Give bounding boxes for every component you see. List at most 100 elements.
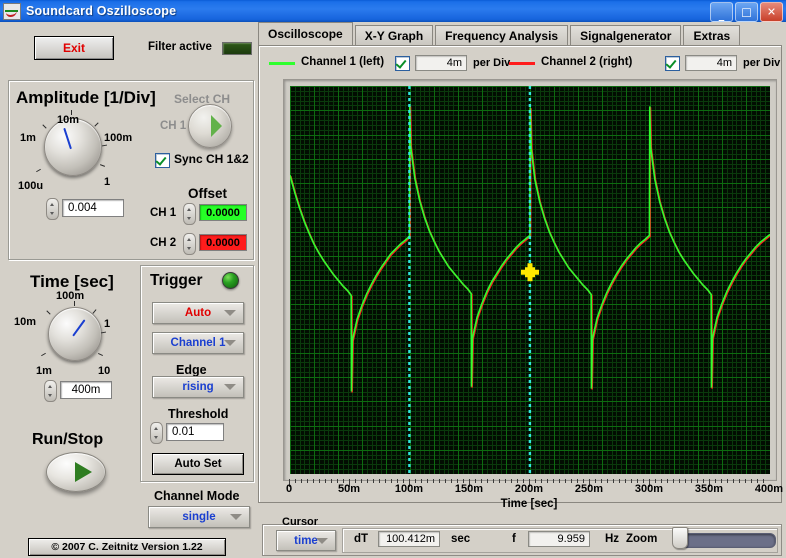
sync-channels-label: Sync CH 1&2 [174, 152, 249, 166]
cursor-mode-select[interactable]: time [276, 530, 336, 551]
frequency-value: 9.959 [528, 531, 590, 547]
channel2-legend-swatch [509, 62, 535, 65]
select-ch-title: Select CH [174, 92, 231, 106]
amplitude-knob[interactable] [44, 118, 102, 176]
maximize-button[interactable]: □ [735, 2, 758, 22]
cursor-marker-core [525, 267, 535, 278]
channel1-legend-swatch [269, 62, 295, 65]
right-pane: Oscilloscope X-Y Graph Frequency Analysi… [258, 22, 783, 524]
channel2-per-div-label: per Div [743, 57, 781, 69]
x-tick-label: 300m [634, 483, 664, 495]
time-knob-pointer [72, 319, 86, 337]
trigger-source-select[interactable]: Channel 1 [152, 332, 244, 354]
channel1-enable-checkbox[interactable] [395, 56, 410, 71]
chevron-down-icon [224, 310, 236, 316]
window-buttons: _ □ ✕ [710, 2, 783, 22]
tab-signalgenerator[interactable]: Signalgenerator [570, 25, 682, 46]
offset-ch1-spinner[interactable] [183, 203, 196, 225]
amplitude-knob-pointer [63, 127, 72, 150]
copyright-label: © 2007 C. Zeitnitz Version 1.22 [28, 538, 226, 556]
maximize-icon: □ [741, 5, 752, 19]
edge-select[interactable]: rising [152, 376, 244, 398]
x-axis-title: Time [sec] [500, 498, 558, 510]
time-knob-label-1m: 1m [36, 365, 52, 377]
zoom-slider-thumb[interactable] [672, 527, 688, 549]
channel1-per-div-input[interactable]: 4m [415, 55, 467, 71]
offset-ch2-label: CH 2 [150, 237, 177, 249]
trigger-led [222, 272, 239, 289]
offset-ch1-label: CH 1 [150, 207, 177, 219]
filter-active-label: Filter active [148, 41, 212, 53]
amplitude-knob-label-1m: 1m [20, 132, 36, 144]
offset-title: Offset [188, 186, 228, 201]
x-tick-label: 150m [454, 483, 484, 495]
channel2-legend-label: Channel 2 (right) [541, 56, 633, 68]
x-axis-ruler [289, 474, 770, 487]
trigger-mode-select[interactable]: Auto [152, 302, 244, 324]
time-title: Time [sec] [30, 272, 114, 291]
run-stop-label: Run/Stop [32, 431, 104, 448]
minimize-button[interactable]: _ [710, 2, 733, 22]
run-stop-button[interactable] [46, 452, 106, 492]
threshold-input[interactable]: 0.01 [166, 423, 224, 441]
trigger-mode-value: Auto [184, 307, 212, 319]
amplitude-knob-label-100m: 100m [104, 132, 133, 144]
chevron-down-icon [224, 384, 236, 390]
x-tick-label: 100m [394, 483, 424, 495]
channel2-per-div-input[interactable]: 4m [685, 55, 737, 71]
time-tick [46, 310, 51, 315]
offset-ch1-input[interactable]: 0.0000 [199, 204, 247, 221]
time-value-input[interactable]: 400m [60, 381, 112, 399]
frequency-label: f [512, 533, 516, 545]
threshold-spinner[interactable] [150, 422, 163, 444]
sync-channels-checkbox[interactable] [155, 153, 170, 168]
x-tick-label: 400m [754, 483, 784, 495]
channel-mode-label: Channel Mode [154, 489, 240, 503]
oscilloscope-icon [3, 2, 21, 20]
edge-value: rising [182, 381, 214, 393]
threshold-label: Threshold [168, 407, 229, 421]
channel-mode-value: single [182, 511, 216, 523]
chevron-down-icon [224, 340, 236, 346]
exit-button[interactable]: Exit [34, 36, 114, 60]
time-tick [98, 352, 103, 357]
x-tick-label: 0 [285, 483, 293, 495]
tab-oscilloscope[interactable]: Oscilloscope [258, 22, 353, 46]
close-icon: ✕ [766, 5, 777, 19]
dt-label: dT [354, 533, 369, 545]
oscilloscope-plot[interactable] [290, 86, 770, 474]
channel-mode-select[interactable]: single [148, 506, 250, 528]
edge-label: Edge [176, 363, 207, 377]
x-tick-label: 200m [514, 483, 544, 495]
amplitude-spinner[interactable] [46, 198, 59, 220]
play-icon [75, 462, 92, 482]
x-tick-label: 50m [337, 483, 361, 495]
channel1-per-div-label: per Div [473, 57, 511, 69]
close-button[interactable]: ✕ [760, 2, 783, 22]
zoom-slider-track[interactable] [678, 533, 776, 548]
auto-set-button[interactable]: Auto Set [152, 453, 244, 475]
x-tick-label: 250m [574, 483, 604, 495]
time-knob-label-10: 10 [98, 365, 111, 377]
waveform-svg [290, 86, 770, 474]
window-title: Soundcard Oszilloscope [26, 4, 177, 18]
offset-ch2-input[interactable]: 0.0000 [199, 234, 247, 251]
amplitude-value-input[interactable]: 0.004 [62, 199, 124, 217]
select-ch-knob[interactable] [188, 104, 232, 148]
tab-frequency-analysis[interactable]: Frequency Analysis [435, 25, 569, 46]
time-knob-label-100m: 100m [56, 290, 85, 302]
dt-value: 100.412m [378, 531, 440, 547]
time-knob[interactable] [48, 307, 102, 361]
select-ch-label: CH 1 [160, 120, 187, 132]
tab-xy-graph[interactable]: X-Y Graph [354, 25, 434, 46]
time-spinner[interactable] [44, 380, 57, 402]
offset-ch2-spinner[interactable] [183, 233, 196, 255]
time-tick [41, 352, 46, 357]
zoom-label: Zoom [626, 533, 658, 545]
amplitude-knob-label-10m: 10m [57, 114, 80, 126]
tab-extras[interactable]: Extras [683, 25, 741, 46]
trigger-source-value: Channel 1 [170, 337, 226, 349]
minimize-icon: _ [718, 8, 725, 22]
channel2-enable-checkbox[interactable] [665, 56, 680, 71]
x-axis-ticks: 0 50m 100m 150m 200m 250m 300m 350m 400m [286, 483, 783, 499]
